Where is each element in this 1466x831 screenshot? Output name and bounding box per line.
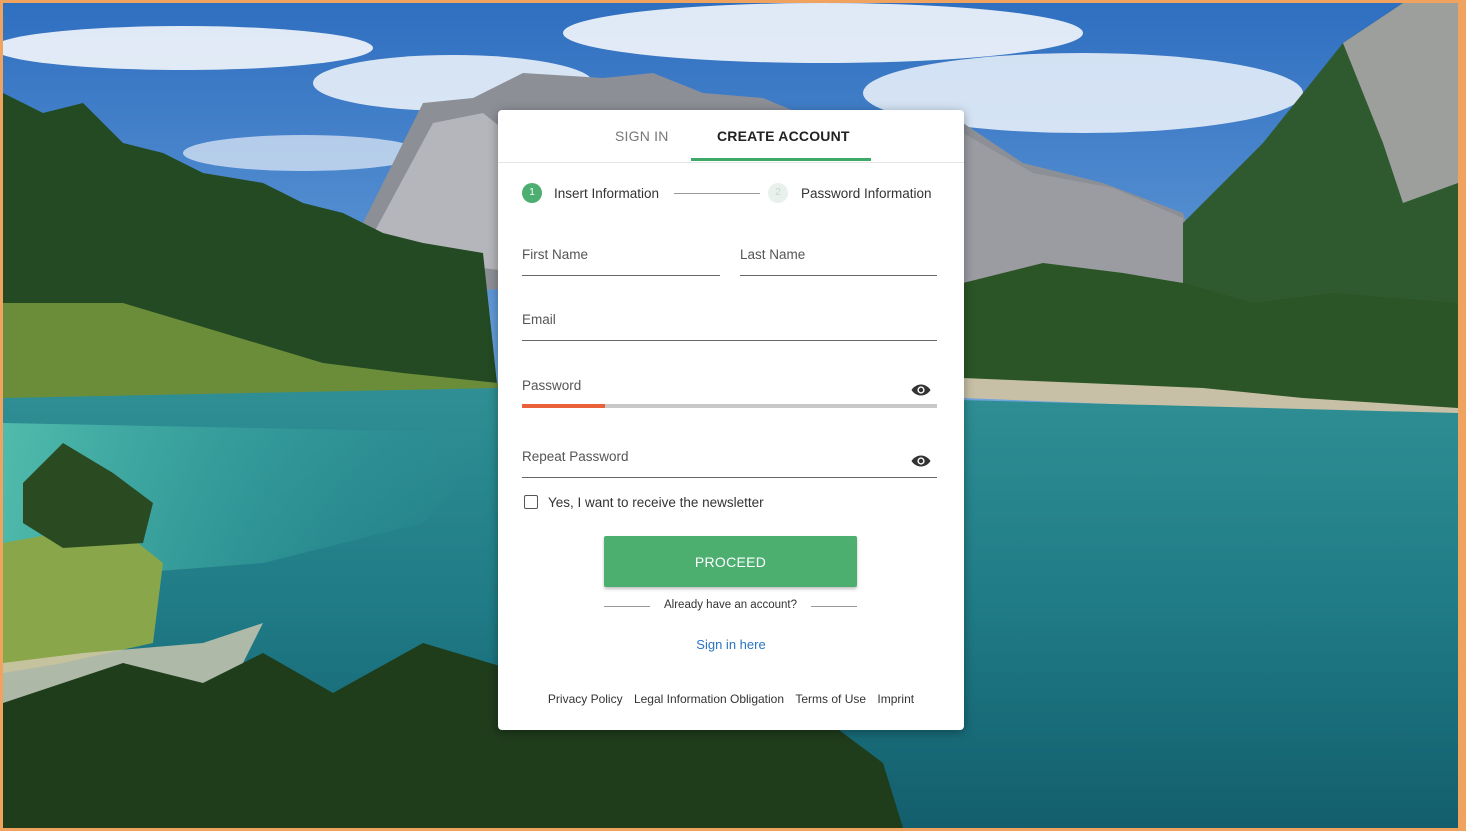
show-repeat-password-eye-icon[interactable] [909,449,933,473]
newsletter-checkbox[interactable] [524,495,538,509]
repeat-password-input[interactable] [522,447,906,477]
auth-tabs: SIGN IN CREATE ACCOUNT [498,110,964,163]
divider-line-right [811,606,857,607]
terms-of-use-link[interactable]: Terms of Use [795,692,866,706]
sign-in-here-link[interactable]: Sign in here [498,637,964,652]
imprint-link[interactable]: Imprint [877,692,914,706]
create-account-card: SIGN IN CREATE ACCOUNT 1 Insert Informat… [498,110,964,730]
step-2-indicator: 2 [768,183,788,203]
first-name-field[interactable]: First Name [522,245,724,276]
app-frame: SIGN IN CREATE ACCOUNT 1 Insert Informat… [0,0,1466,831]
step-2-label: Password Information [801,186,932,201]
last-name-input[interactable] [740,245,941,275]
stepper-connector [674,193,760,194]
signup-stepper: 1 Insert Information 2 Password Informat… [522,182,942,204]
footer-links: Privacy Policy Legal Information Obligat… [498,692,964,706]
password-input[interactable] [522,376,906,406]
email-field[interactable]: Email [522,310,941,341]
password-strength-fill [522,404,605,408]
active-tab-indicator [691,158,871,161]
account-prompt-divider: Already have an account? [604,598,857,614]
first-name-input[interactable] [522,245,724,275]
last-name-field[interactable]: Last Name [740,245,941,276]
privacy-policy-link[interactable]: Privacy Policy [548,692,623,706]
legal-information-link[interactable]: Legal Information Obligation [634,692,784,706]
newsletter-label[interactable]: Yes, I want to receive the newsletter [548,495,764,510]
password-field[interactable]: Password [522,376,937,406]
email-input[interactable] [522,310,941,340]
proceed-button[interactable]: PROCEED [604,536,857,587]
tab-create-account[interactable]: CREATE ACCOUNT [717,128,850,144]
repeat-password-field[interactable]: Repeat Password [522,447,937,478]
already-have-account-text: Already have an account? [664,599,797,611]
step-1-indicator: 1 [522,183,542,203]
tab-sign-in[interactable]: SIGN IN [615,128,669,144]
show-password-eye-icon[interactable] [909,378,933,402]
step-1-label: Insert Information [554,186,660,201]
password-strength-meter [522,404,937,408]
